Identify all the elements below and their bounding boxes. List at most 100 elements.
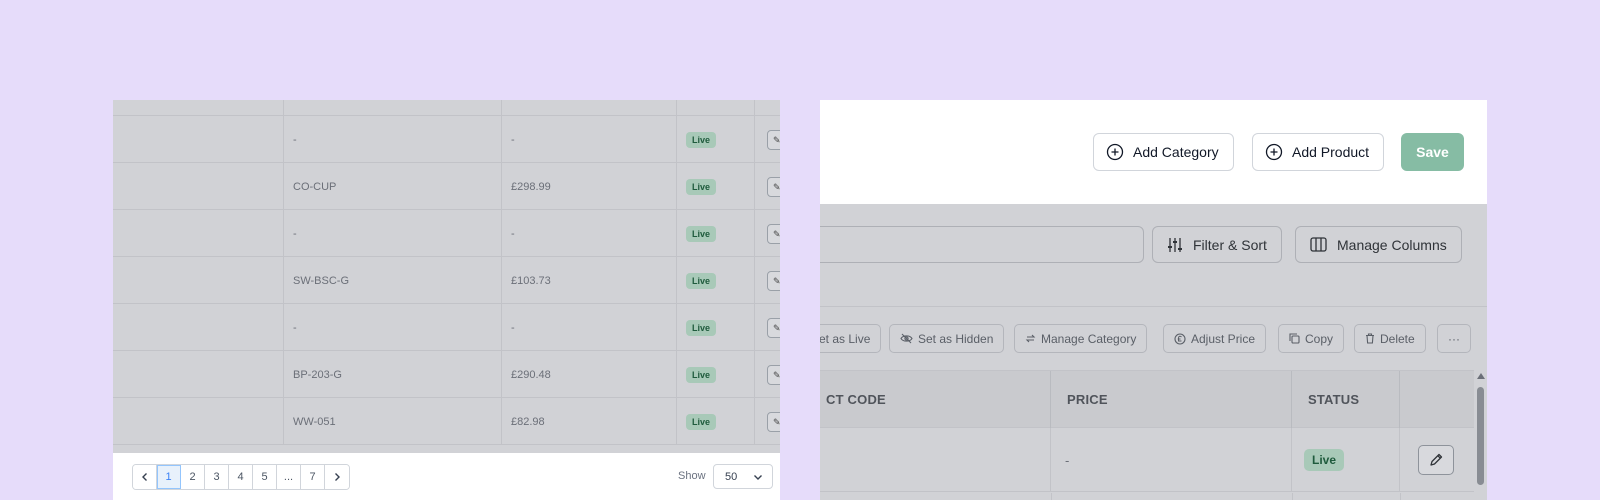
column-header-actions [1400, 371, 1474, 428]
manage-columns-label: Manage Columns [1337, 236, 1447, 253]
status-badge: Live [686, 225, 717, 242]
table-row[interactable]: - - Live ✎ [113, 304, 780, 351]
product-list-panel-right: Add Category Add Product Save Filter & S… [820, 100, 1487, 500]
manage-category-label: Manage Category [1041, 331, 1137, 346]
column-header-status[interactable]: STATUS [1292, 371, 1400, 428]
vertical-scrollbar[interactable] [1474, 370, 1487, 500]
column-header-price[interactable]: PRICE [1051, 371, 1292, 428]
add-category-label: Add Category [1133, 144, 1219, 160]
next-page-button[interactable] [325, 465, 349, 489]
table-row[interactable]: CO-CUP £298.99 Live ✎ [113, 163, 780, 210]
set-as-hidden-label: Set as Hidden [918, 331, 994, 346]
edit-button[interactable]: ✎ [767, 412, 780, 432]
sliders-icon [1168, 237, 1182, 252]
price-cell: - [502, 116, 677, 163]
set-as-live-label: et as Live [820, 331, 871, 346]
page-button[interactable]: 7 [301, 465, 325, 489]
page-ellipsis: ... [277, 465, 301, 489]
chevron-right-icon [335, 473, 340, 481]
copy-label: Copy [1305, 331, 1334, 346]
status-badge: Live [1304, 449, 1345, 471]
filter-sort-label: Filter & Sort [1193, 236, 1267, 253]
adjust-price-label: Adjust Price [1191, 331, 1256, 346]
status-badge: Live [686, 366, 717, 383]
trash-icon [1366, 333, 1374, 344]
page-button[interactable]: 1 [157, 465, 181, 489]
adjust-price-button[interactable]: Adjust Price [1163, 324, 1267, 353]
edit-button[interactable]: ✎ [767, 177, 780, 197]
columns-icon [1310, 237, 1327, 252]
more-actions-button[interactable]: ··· [1437, 324, 1471, 353]
add-product-label: Add Product [1292, 144, 1370, 160]
product-table-panel-left: - - Live ✎ CO-CUP £298.99 Live ✎ - - Liv… [113, 100, 780, 500]
price-cell: £290.48 [502, 351, 677, 398]
page-button[interactable]: 3 [205, 465, 229, 489]
price-cell: £82.98 [502, 398, 677, 445]
pagination: 1 2 3 4 5 ... 7 [132, 464, 350, 490]
page-size-select[interactable]: 50 [713, 464, 773, 489]
edit-button[interactable]: ✎ [767, 130, 780, 150]
product-code-cell: WW-051 [284, 398, 502, 445]
page-button[interactable]: 5 [253, 465, 277, 489]
edit-button[interactable]: ✎ [767, 224, 780, 244]
status-badge: Live [686, 319, 717, 336]
add-product-button[interactable]: Add Product [1252, 133, 1385, 171]
chevron-left-icon [141, 473, 147, 481]
prev-page-button[interactable] [133, 465, 157, 489]
delete-label: Delete [1380, 331, 1415, 346]
table-row[interactable]: BP-203-G £290.48 Live ✎ [113, 351, 780, 398]
product-code-cell: - [284, 116, 502, 163]
manage-columns-button[interactable]: Manage Columns [1295, 226, 1462, 263]
table-row[interactable]: - - Live ✎ [113, 116, 780, 163]
status-badge: Live [686, 413, 717, 430]
product-code-cell: SW-BSC-G [284, 257, 502, 304]
status-badge: Live [686, 178, 717, 195]
price-cell: - [502, 304, 677, 351]
edit-button[interactable] [1418, 445, 1454, 475]
copy-icon [1289, 333, 1300, 344]
search-input[interactable] [820, 226, 1144, 263]
manage-category-button[interactable]: Manage Category [1014, 324, 1148, 353]
price-cell: £298.99 [502, 163, 677, 210]
table-row[interactable]: SW-BSC-G £103.73 Live ✎ [113, 257, 780, 304]
add-category-button[interactable]: Add Category [1093, 133, 1234, 171]
plus-circle-icon [1106, 143, 1124, 161]
price-cell: - [502, 210, 677, 257]
edit-button[interactable]: ✎ [767, 271, 780, 291]
pencil-icon [1430, 453, 1443, 466]
plus-circle-icon [1265, 143, 1283, 161]
price-cell: £103.73 [502, 257, 677, 304]
eye-off-icon [900, 333, 913, 344]
table-row [113, 100, 780, 116]
product-code-cell: BP-203-G [284, 351, 502, 398]
status-badge: Live [686, 272, 717, 289]
table-row [820, 493, 1474, 500]
delete-button[interactable]: Delete [1354, 324, 1426, 353]
page-button[interactable]: 4 [229, 465, 253, 489]
table-header: CT CODE PRICE STATUS [820, 370, 1474, 428]
page-button[interactable]: 2 [181, 465, 205, 489]
divider [820, 306, 1487, 307]
column-header-product-code[interactable]: CT CODE [820, 371, 1051, 428]
page-header: Add Category Add Product Save [820, 100, 1487, 204]
copy-button[interactable]: Copy [1278, 324, 1345, 353]
scroll-up-arrow[interactable] [1477, 373, 1485, 379]
filter-sort-button[interactable]: Filter & Sort [1152, 226, 1282, 263]
save-button[interactable]: Save [1401, 133, 1464, 171]
swap-icon [1025, 334, 1036, 343]
set-as-live-button[interactable]: et as Live [820, 324, 882, 353]
product-code-cell: - [284, 210, 502, 257]
table-footer: 1 2 3 4 5 ... 7 Show 50 [113, 453, 780, 500]
table-row[interactable]: - - Live ✎ [113, 210, 780, 257]
table-row[interactable]: - Live [820, 428, 1474, 492]
product-table: CT CODE PRICE STATUS - Live [820, 370, 1474, 500]
product-code-cell: CO-CUP [284, 163, 502, 210]
chevron-down-icon [754, 475, 762, 480]
scrollbar-thumb[interactable] [1477, 387, 1484, 485]
page-size-value: 50 [725, 470, 738, 483]
table-row[interactable]: WW-051 £82.98 Live ✎ [113, 398, 780, 445]
set-as-hidden-button[interactable]: Set as Hidden [889, 324, 1005, 353]
price-cell: - [1051, 428, 1292, 492]
edit-button[interactable]: ✎ [767, 318, 780, 338]
edit-button[interactable]: ✎ [767, 365, 780, 385]
